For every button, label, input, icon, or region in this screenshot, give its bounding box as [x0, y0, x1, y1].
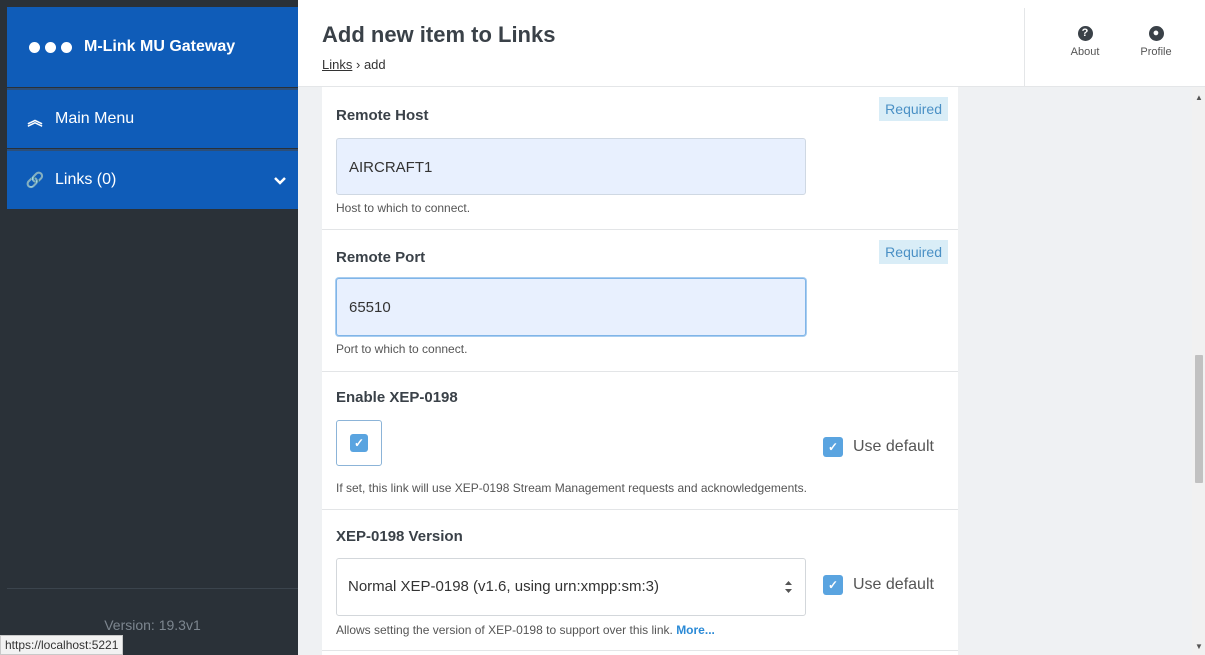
breadcrumb-links[interactable]: Links — [322, 57, 352, 72]
scroll-down-icon[interactable]: ▼ — [1195, 642, 1203, 651]
xep-version-help: Allows setting the version of XEP-0198 t… — [336, 623, 715, 637]
breadcrumb-current: add — [363, 57, 386, 72]
remote-port-help: Port to which to connect. — [336, 342, 468, 356]
link-icon: 🔗 — [25, 172, 45, 189]
chevron-down-icon — [274, 173, 286, 191]
remote-host-help: Host to which to connect. — [336, 201, 471, 215]
question-circle-icon: ? — [1077, 26, 1093, 41]
status-url: https://localhost:5221 — [0, 635, 124, 655]
sidebar-item-main-menu[interactable]: ︽ Main Menu — [7, 88, 298, 148]
profile-button[interactable]: ● Profile — [1131, 26, 1181, 58]
remote-host-label: Remote Host — [336, 107, 429, 124]
app-title: M-Link MU Gateway — [84, 38, 236, 55]
breadcrumb: Links › add — [322, 57, 386, 72]
check-icon: ✓ — [350, 434, 368, 452]
sidebar-item-label: Links (0) — [55, 171, 117, 188]
enable-xep-label: Enable XEP-0198 — [336, 389, 458, 406]
user-circle-icon: ● — [1148, 26, 1164, 41]
xep-version-select[interactable]: Normal XEP-0198 (v1.6, using urn:xmpp:sm… — [336, 558, 806, 616]
double-chevron-up-icon: ︽ — [27, 111, 43, 129]
xep-version-selected: Normal XEP-0198 (v1.6, using urn:xmpp:sm… — [348, 578, 659, 595]
enable-xep-use-default[interactable]: ✓ Use default — [823, 437, 934, 457]
use-default-label: Use default — [853, 576, 934, 593]
more-link[interactable]: More... — [676, 623, 715, 637]
scrollbar-thumb[interactable] — [1195, 355, 1203, 483]
xep-version-use-default[interactable]: ✓ Use default — [823, 575, 934, 595]
sidebar-item-label: Main Menu — [55, 110, 135, 127]
enable-xep-help: If set, this link will use XEP-0198 Stre… — [336, 481, 807, 495]
breadcrumb-separator: › — [355, 57, 361, 72]
remote-port-input[interactable]: 65510 — [336, 278, 806, 336]
xep-version-section: XEP-0198 Version Normal XEP-0198 (v1.6, … — [322, 510, 958, 651]
remote-port-label: Remote Port — [336, 249, 426, 266]
sidebar-item-links[interactable]: 🔗 Links (0) — [7, 149, 298, 209]
remote-port-section: Remote Port Required 65510 Port to which… — [322, 230, 958, 372]
scrollbar[interactable]: ▲ ▼ — [1192, 87, 1205, 655]
enable-xep-checkbox[interactable]: ✓ — [336, 420, 382, 466]
logo-dots-icon — [29, 41, 72, 53]
xep-version-help-text: Allows setting the version of XEP-0198 t… — [336, 623, 673, 637]
form-panel: Remote Host Required AIRCRAFT1 Host to w… — [322, 87, 958, 655]
remote-host-section: Remote Host Required AIRCRAFT1 Host to w… — [322, 87, 958, 230]
check-icon: ✓ — [823, 575, 843, 595]
profile-label: Profile — [1140, 46, 1172, 58]
about-button[interactable]: ? About — [1060, 26, 1110, 58]
check-icon: ✓ — [823, 437, 843, 457]
page-header: Add new item to Links Links › add ? Abou… — [298, 0, 1205, 87]
required-badge: Required — [879, 240, 948, 264]
header-divider — [1024, 8, 1025, 86]
sidebar: M-Link MU Gateway ︽ Main Menu 🔗 Links (0… — [0, 0, 298, 655]
enable-xep-section: Enable XEP-0198 ✓ ✓ Use default If set, … — [322, 372, 958, 510]
scroll-up-icon[interactable]: ▲ — [1195, 93, 1203, 102]
required-badge: Required — [879, 97, 948, 121]
sort-arrows-icon — [784, 559, 793, 619]
about-label: About — [1070, 46, 1100, 58]
page-title: Add new item to Links — [322, 22, 556, 47]
remote-host-input[interactable]: AIRCRAFT1 — [336, 138, 806, 195]
use-default-label: Use default — [853, 438, 934, 455]
xep-version-label: XEP-0198 Version — [336, 528, 463, 545]
app-brand[interactable]: M-Link MU Gateway — [7, 7, 298, 87]
